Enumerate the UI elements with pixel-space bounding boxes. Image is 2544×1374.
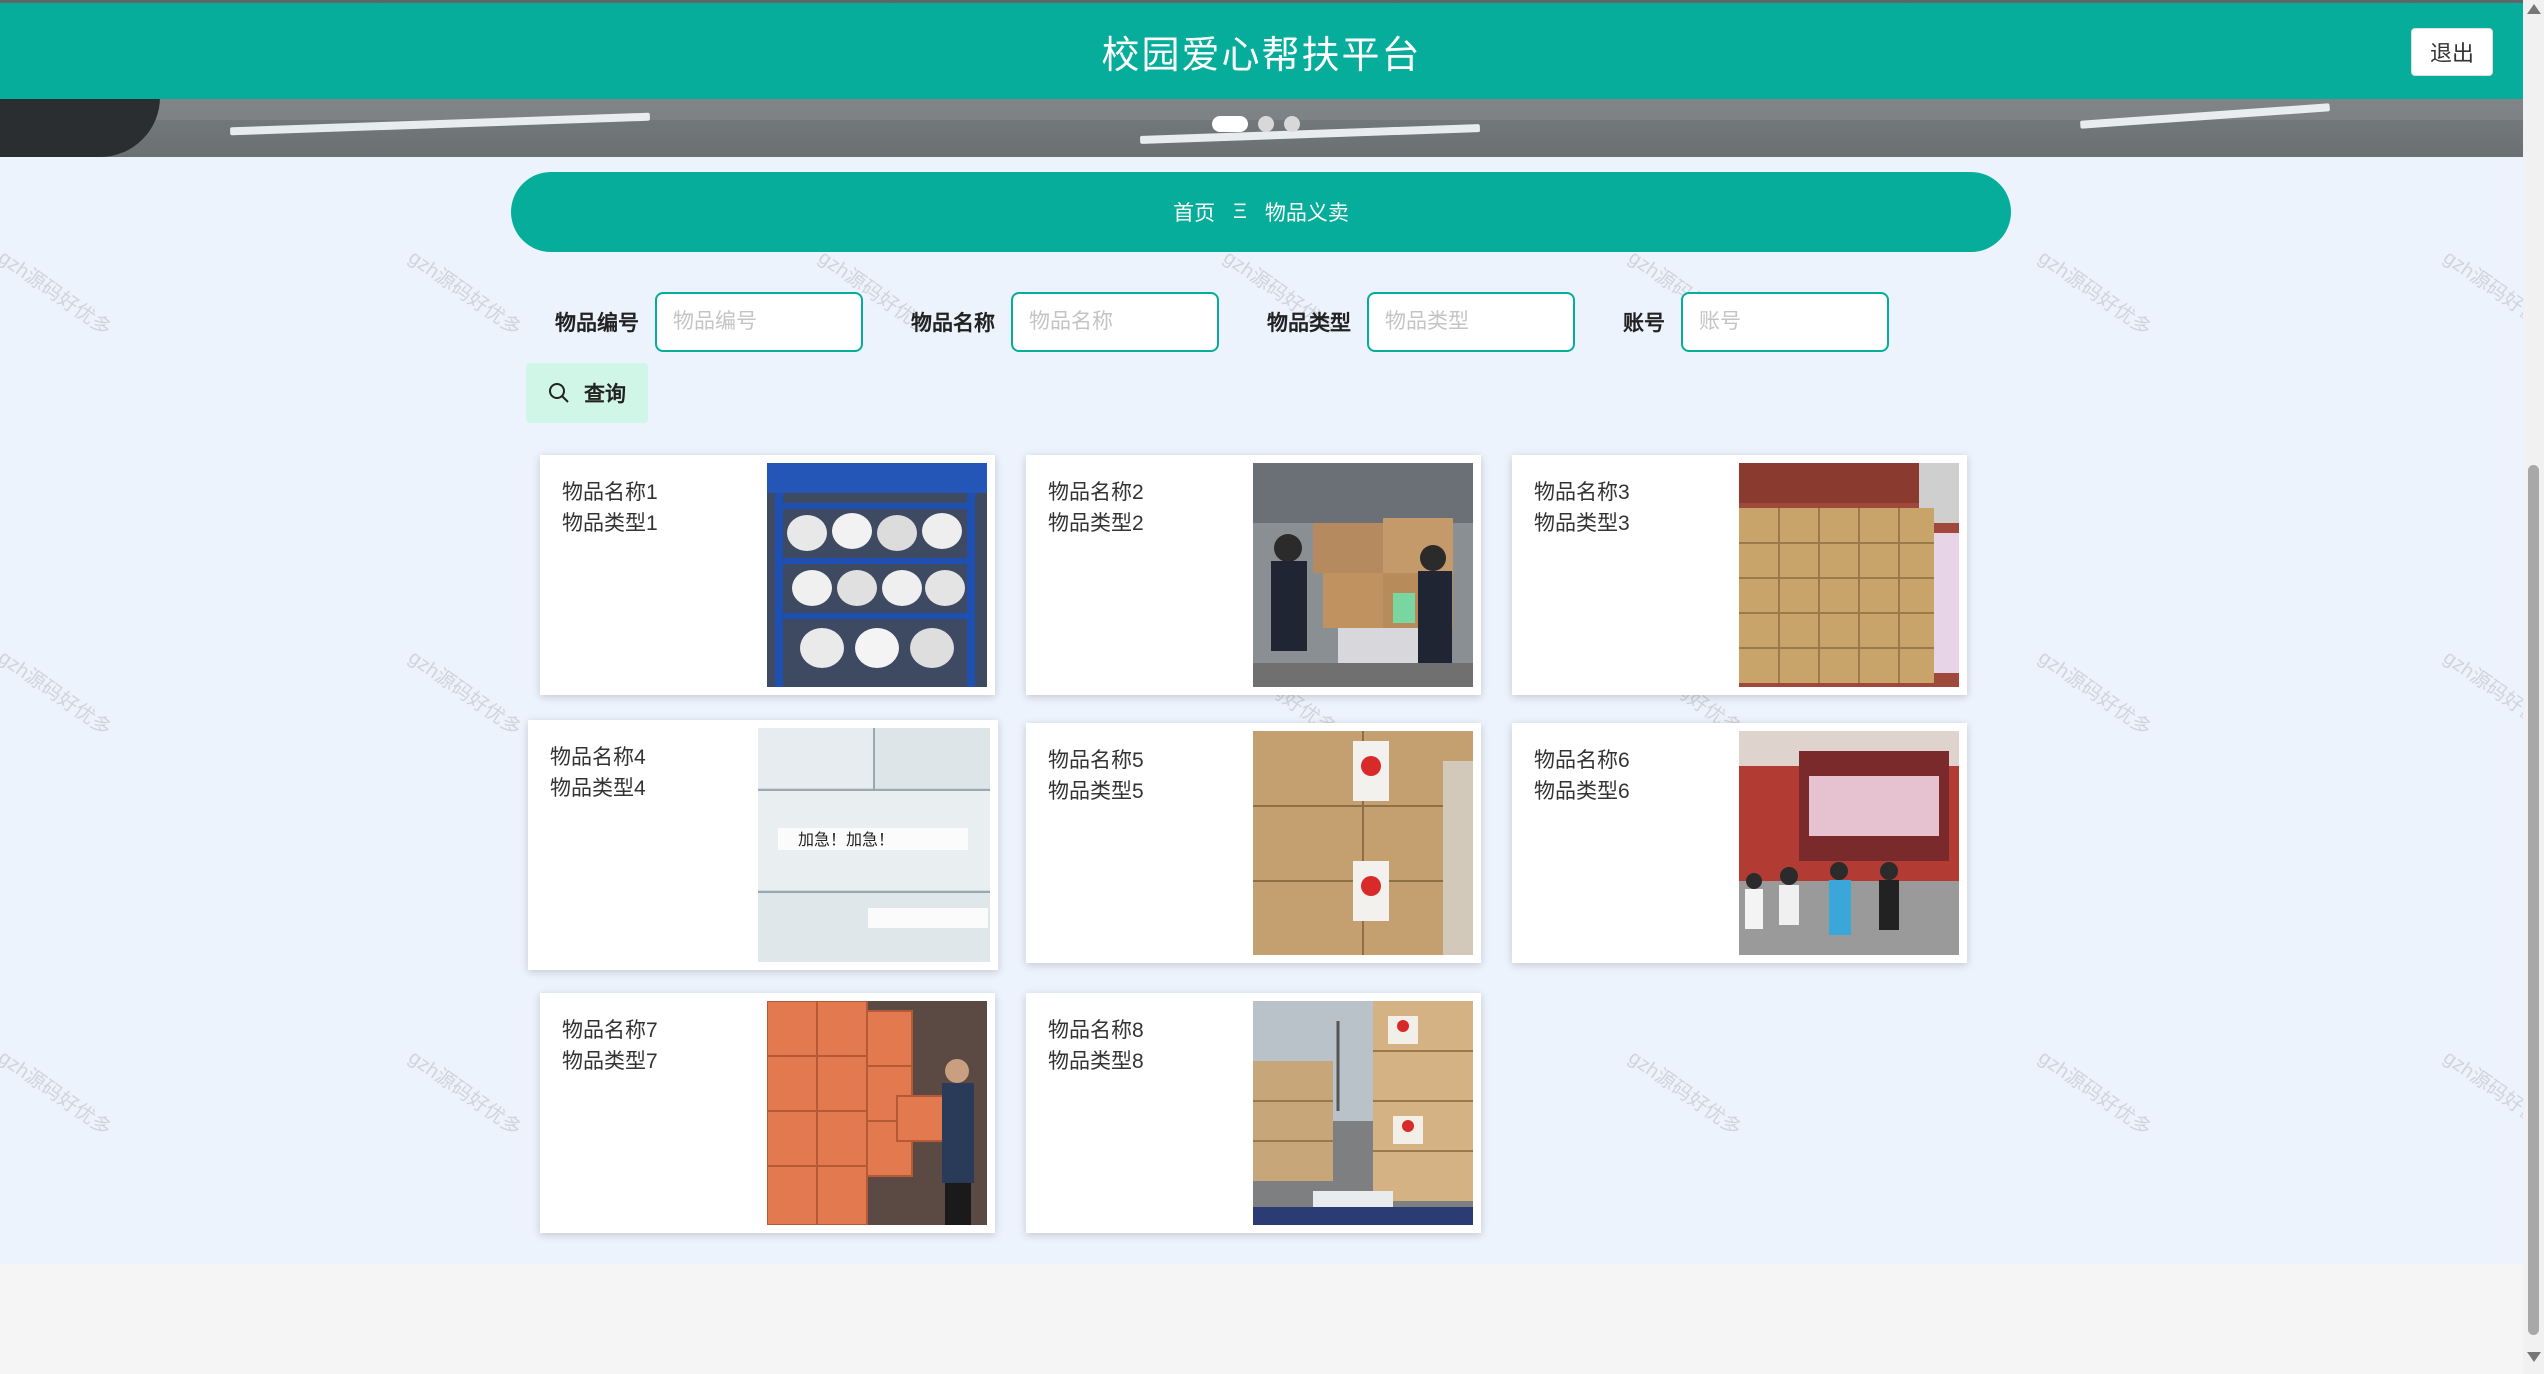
breadcrumb: 首页 Ξ 物品义卖 <box>511 172 2011 252</box>
search-form: 物品编号 物品名称 物品类型 账号 <box>555 292 1937 352</box>
item-name: 物品名称3 <box>1534 481 1630 504</box>
item-id-input[interactable] <box>655 292 863 352</box>
query-button-label: 查询 <box>584 383 626 406</box>
item-image-urgent-boxes: 加急！加急！ <box>758 728 990 962</box>
item-card[interactable]: 物品名称3 物品类型3 <box>1512 455 1967 695</box>
top-navbar: 校园爱心帮扶平台 退出 <box>0 3 2523 99</box>
item-image-stacked-cartons <box>1739 463 1959 687</box>
item-card[interactable]: 物品名称4 物品类型4 加急！加急！ <box>528 720 998 970</box>
svg-text:加急！加急！: 加急！加急！ <box>798 830 894 849</box>
scroll-down-arrow-icon[interactable] <box>2527 1352 2541 1362</box>
scroll-up-arrow-icon[interactable] <box>2527 4 2541 14</box>
item-id-label: 物品编号 <box>555 312 639 335</box>
banner-road-line <box>1139 124 1481 144</box>
item-card-text: 物品名称4 物品类型4 <box>550 742 646 804</box>
item-type: 物品类型4 <box>550 777 646 800</box>
watermark: gzh源码好优多 <box>2034 646 2156 741</box>
breadcrumb-home[interactable]: 首页 <box>1173 197 1215 227</box>
item-image-orange-boxes <box>767 1001 987 1225</box>
scrollbar-thumb[interactable] <box>2528 465 2539 1335</box>
item-card[interactable]: 物品名称1 物品类型1 <box>540 455 995 695</box>
carousel-dot[interactable] <box>1212 116 1248 132</box>
item-type-input[interactable] <box>1367 292 1575 352</box>
item-type: 物品类型1 <box>562 512 658 535</box>
watermark: gzh源码好优多 <box>404 246 526 341</box>
account-input[interactable] <box>1681 292 1889 352</box>
watermark: gzh源码好优多 <box>404 646 526 741</box>
account-label: 账号 <box>1623 312 1665 335</box>
item-card-text: 物品名称1 物品类型1 <box>562 477 658 539</box>
search-icon <box>549 383 569 403</box>
item-type: 物品类型3 <box>1534 512 1630 535</box>
footer <box>0 1264 2523 1374</box>
main-content: 首页 Ξ 物品义卖 gzh源码好优多 gzh源码好优多 gzh源码好优多 gzh… <box>0 157 2544 1264</box>
item-card[interactable]: 物品名称8 物品类型8 <box>1026 993 1481 1233</box>
item-image-shelf-bags <box>767 463 987 687</box>
item-name: 物品名称8 <box>1048 1019 1144 1042</box>
item-name: 物品名称1 <box>562 481 658 504</box>
item-type: 物品类型8 <box>1048 1050 1144 1073</box>
breadcrumb-current: 物品义卖 <box>1264 202 1349 225</box>
item-name: 物品名称5 <box>1048 749 1144 772</box>
item-type: 物品类型2 <box>1048 512 1144 535</box>
item-image-red-cross-boxes <box>1253 731 1473 955</box>
watermark: gzh源码好优多 <box>0 246 116 341</box>
item-card[interactable]: 物品名称6 物品类型6 <box>1512 723 1967 963</box>
item-name: 物品名称2 <box>1048 481 1144 504</box>
watermark: gzh源码好优多 <box>404 1046 526 1141</box>
item-card[interactable]: 物品名称2 物品类型2 <box>1026 455 1481 695</box>
item-name-label: 物品名称 <box>911 312 995 335</box>
item-image-truck-unloading <box>1739 731 1959 955</box>
item-name: 物品名称7 <box>562 1019 658 1042</box>
watermark: gzh源码好优多 <box>0 1046 116 1141</box>
item-type: 物品类型7 <box>562 1050 658 1073</box>
item-card[interactable]: 物品名称5 物品类型5 <box>1026 723 1481 963</box>
banner-car-shape <box>0 90 160 157</box>
watermark: gzh源码好优多 <box>0 646 116 741</box>
item-card-text: 物品名称7 物品类型7 <box>562 1015 658 1077</box>
item-card-text: 物品名称6 物品类型6 <box>1534 745 1630 807</box>
item-card-text: 物品名称5 物品类型5 <box>1048 745 1144 807</box>
item-card-text: 物品名称3 物品类型3 <box>1534 477 1630 539</box>
item-card[interactable]: 物品名称7 物品类型7 <box>540 993 995 1233</box>
carousel-dot[interactable] <box>1284 116 1300 132</box>
item-image-airport-cargo <box>1253 1001 1473 1225</box>
item-name: 物品名称6 <box>1534 749 1630 772</box>
watermark: gzh源码好优多 <box>2034 1046 2156 1141</box>
watermark: gzh源码好优多 <box>2034 246 2156 341</box>
query-button[interactable]: 查询 <box>526 363 648 423</box>
watermark: gzh源码好优多 <box>1624 1046 1746 1141</box>
item-card-text: 物品名称8 物品类型8 <box>1048 1015 1144 1077</box>
item-name-input[interactable] <box>1011 292 1219 352</box>
item-name: 物品名称4 <box>550 746 646 769</box>
item-type-label: 物品类型 <box>1267 312 1351 335</box>
breadcrumb-separator: Ξ <box>1233 200 1247 223</box>
item-image-inspection-boxes <box>1253 463 1473 687</box>
page-scrollbar[interactable] <box>2523 0 2544 1374</box>
item-card-text: 物品名称2 物品类型2 <box>1048 477 1144 539</box>
carousel-indicators[interactable] <box>1212 116 1300 132</box>
item-type: 物品类型5 <box>1048 780 1144 803</box>
logout-button[interactable]: 退出 <box>2411 28 2493 76</box>
site-title: 校园爱心帮扶平台 <box>1101 34 1422 77</box>
carousel-dot[interactable] <box>1258 116 1274 132</box>
item-type: 物品类型6 <box>1534 780 1630 803</box>
